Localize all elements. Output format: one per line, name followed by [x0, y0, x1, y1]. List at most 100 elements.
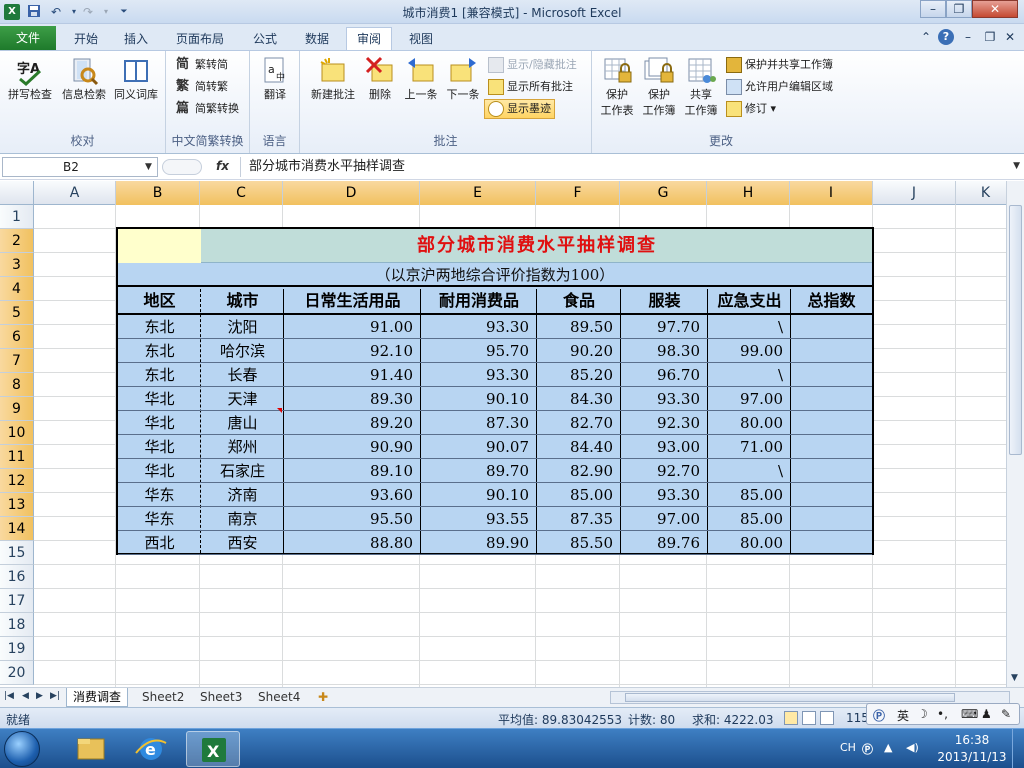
- table-cell[interactable]: 89.90: [421, 531, 537, 555]
- table-cell[interactable]: 西安: [201, 531, 284, 555]
- column-header-j[interactable]: J: [873, 181, 956, 205]
- collapse-ribbon-icon[interactable]: ⌃: [918, 29, 934, 45]
- table-cell[interactable]: 84.30: [537, 387, 621, 411]
- column-header-b[interactable]: B: [116, 181, 200, 205]
- table-cell[interactable]: 华东: [118, 483, 201, 507]
- row-header-19[interactable]: 19: [0, 637, 34, 661]
- show-ink-button[interactable]: 显示墨迹: [484, 99, 555, 119]
- table-cell[interactable]: \: [708, 315, 791, 339]
- minimize-button[interactable]: –: [920, 0, 946, 18]
- table-header-cell[interactable]: 服装: [621, 289, 708, 313]
- row-header-18[interactable]: 18: [0, 613, 34, 637]
- name-box-dropdown-icon[interactable]: ▼: [145, 162, 152, 172]
- expand-formula-bar-icon[interactable]: ▼: [1013, 161, 1020, 171]
- table-cell[interactable]: 85.00: [708, 483, 791, 507]
- insert-sheet-icon[interactable]: ✚: [312, 688, 334, 707]
- table-cell[interactable]: 85.50: [537, 531, 621, 555]
- row-header-2[interactable]: 2: [0, 229, 34, 253]
- table-cell[interactable]: 80.00: [708, 531, 791, 555]
- table-cell[interactable]: 93.60: [284, 483, 421, 507]
- table-cell[interactable]: 89.76: [621, 531, 708, 555]
- table-cell[interactable]: 93.00: [621, 435, 708, 459]
- table-cell[interactable]: 东北: [118, 315, 201, 339]
- select-all-corner[interactable]: [0, 181, 34, 205]
- show-desktop-button[interactable]: [1012, 729, 1024, 768]
- table-cell[interactable]: [791, 483, 872, 507]
- table-cell[interactable]: 93.30: [621, 483, 708, 507]
- table-cell[interactable]: [791, 531, 872, 555]
- table-cell[interactable]: 87.30: [421, 411, 537, 435]
- workbook-restore-icon[interactable]: ❐: [982, 29, 998, 45]
- row-header-1[interactable]: 1: [0, 205, 34, 229]
- table-header-cell[interactable]: 地区: [118, 289, 201, 313]
- table-cell[interactable]: 71.00: [708, 435, 791, 459]
- allow-edit-ranges-button[interactable]: 允许用户编辑区域: [726, 77, 833, 97]
- research-button[interactable]: 信息检索: [58, 55, 110, 121]
- translate-button[interactable]: a中 翻译: [254, 55, 296, 121]
- spelling-button[interactable]: 字A 拼写检查: [4, 55, 56, 121]
- table-cell[interactable]: 济南: [201, 483, 284, 507]
- column-header-e[interactable]: E: [420, 181, 536, 205]
- table-cell[interactable]: [791, 339, 872, 363]
- thesaurus-button[interactable]: 同义词库: [110, 55, 162, 121]
- table-cell[interactable]: 东北: [118, 339, 201, 363]
- tab-home[interactable]: 开始: [64, 28, 108, 50]
- table-cell[interactable]: 80.00: [708, 411, 791, 435]
- tray-lang[interactable]: CH: [840, 741, 856, 754]
- sheet-tab-sheet2[interactable]: Sheet2: [136, 688, 190, 707]
- column-header-f[interactable]: F: [536, 181, 620, 205]
- table-cell[interactable]: 90.07: [421, 435, 537, 459]
- previous-comment-button[interactable]: 上一条: [400, 55, 442, 121]
- next-sheet-icon[interactable]: ▶: [36, 691, 43, 701]
- table-cell[interactable]: 91.40: [284, 363, 421, 387]
- tab-insert[interactable]: 插入: [116, 28, 156, 50]
- table-cell[interactable]: 85.00: [708, 507, 791, 531]
- row-header-7[interactable]: 7: [0, 349, 34, 373]
- sheet-tab-sheet3[interactable]: Sheet3: [194, 688, 248, 707]
- workbook-minimize-icon[interactable]: –: [960, 29, 976, 45]
- prev-sheet-icon[interactable]: ◀: [22, 691, 29, 701]
- show-hide-comment-button[interactable]: 显示/隐藏批注: [488, 55, 577, 75]
- table-cell[interactable]: 93.55: [421, 507, 537, 531]
- table-cell[interactable]: 90.20: [537, 339, 621, 363]
- table-cell[interactable]: 长春: [201, 363, 284, 387]
- table-cell[interactable]: 95.50: [284, 507, 421, 531]
- table-cell[interactable]: 98.30: [621, 339, 708, 363]
- active-cell-b2[interactable]: [118, 229, 201, 263]
- table-cell[interactable]: 99.00: [708, 339, 791, 363]
- column-header-h[interactable]: H: [707, 181, 790, 205]
- table-cell[interactable]: 哈尔滨: [201, 339, 284, 363]
- ime-settings-icon[interactable]: ✎: [1001, 707, 1011, 721]
- sheet-tab-sheet4[interactable]: Sheet4: [252, 688, 306, 707]
- table-header-cell[interactable]: 食品: [537, 289, 621, 313]
- table-cell[interactable]: 95.70: [421, 339, 537, 363]
- table-cell[interactable]: [791, 459, 872, 483]
- column-header-i[interactable]: I: [790, 181, 873, 205]
- restore-button[interactable]: ❐: [946, 0, 972, 18]
- table-header-cell[interactable]: 日常生活用品: [284, 289, 421, 313]
- tray-expand-icon[interactable]: ▲: [884, 741, 892, 754]
- table-cell[interactable]: [791, 507, 872, 531]
- row-header-20[interactable]: 20: [0, 661, 34, 685]
- table-header-cell[interactable]: 应急支出: [708, 289, 791, 313]
- table-cell[interactable]: 唐山: [201, 411, 284, 435]
- insert-function-icon[interactable]: fx: [216, 159, 229, 173]
- ime-moon-icon[interactable]: ☽: [917, 707, 928, 721]
- table-cell[interactable]: 90.90: [284, 435, 421, 459]
- table-cell[interactable]: 华北: [118, 411, 201, 435]
- table-cell[interactable]: 东北: [118, 363, 201, 387]
- formula-input[interactable]: 部分城市消费水平抽样调查: [240, 157, 1010, 177]
- file-tab[interactable]: 文件: [0, 26, 56, 50]
- table-cell[interactable]: 85.20: [537, 363, 621, 387]
- tab-view[interactable]: 视图: [400, 28, 442, 50]
- table-cell[interactable]: 93.30: [421, 363, 537, 387]
- table-cell[interactable]: 97.00: [621, 507, 708, 531]
- table-cell[interactable]: 华北: [118, 459, 201, 483]
- protect-share-workbook-button[interactable]: 保护并共享工作簿: [726, 55, 833, 75]
- protect-workbook-button[interactable]: 保护 工作簿: [638, 55, 680, 121]
- page-break-view-icon[interactable]: [820, 711, 834, 725]
- excel-taskbar-icon[interactable]: X: [186, 731, 240, 767]
- table-cell[interactable]: 92.70: [621, 459, 708, 483]
- table-cell[interactable]: 沈阳: [201, 315, 284, 339]
- column-header-d[interactable]: D: [283, 181, 420, 205]
